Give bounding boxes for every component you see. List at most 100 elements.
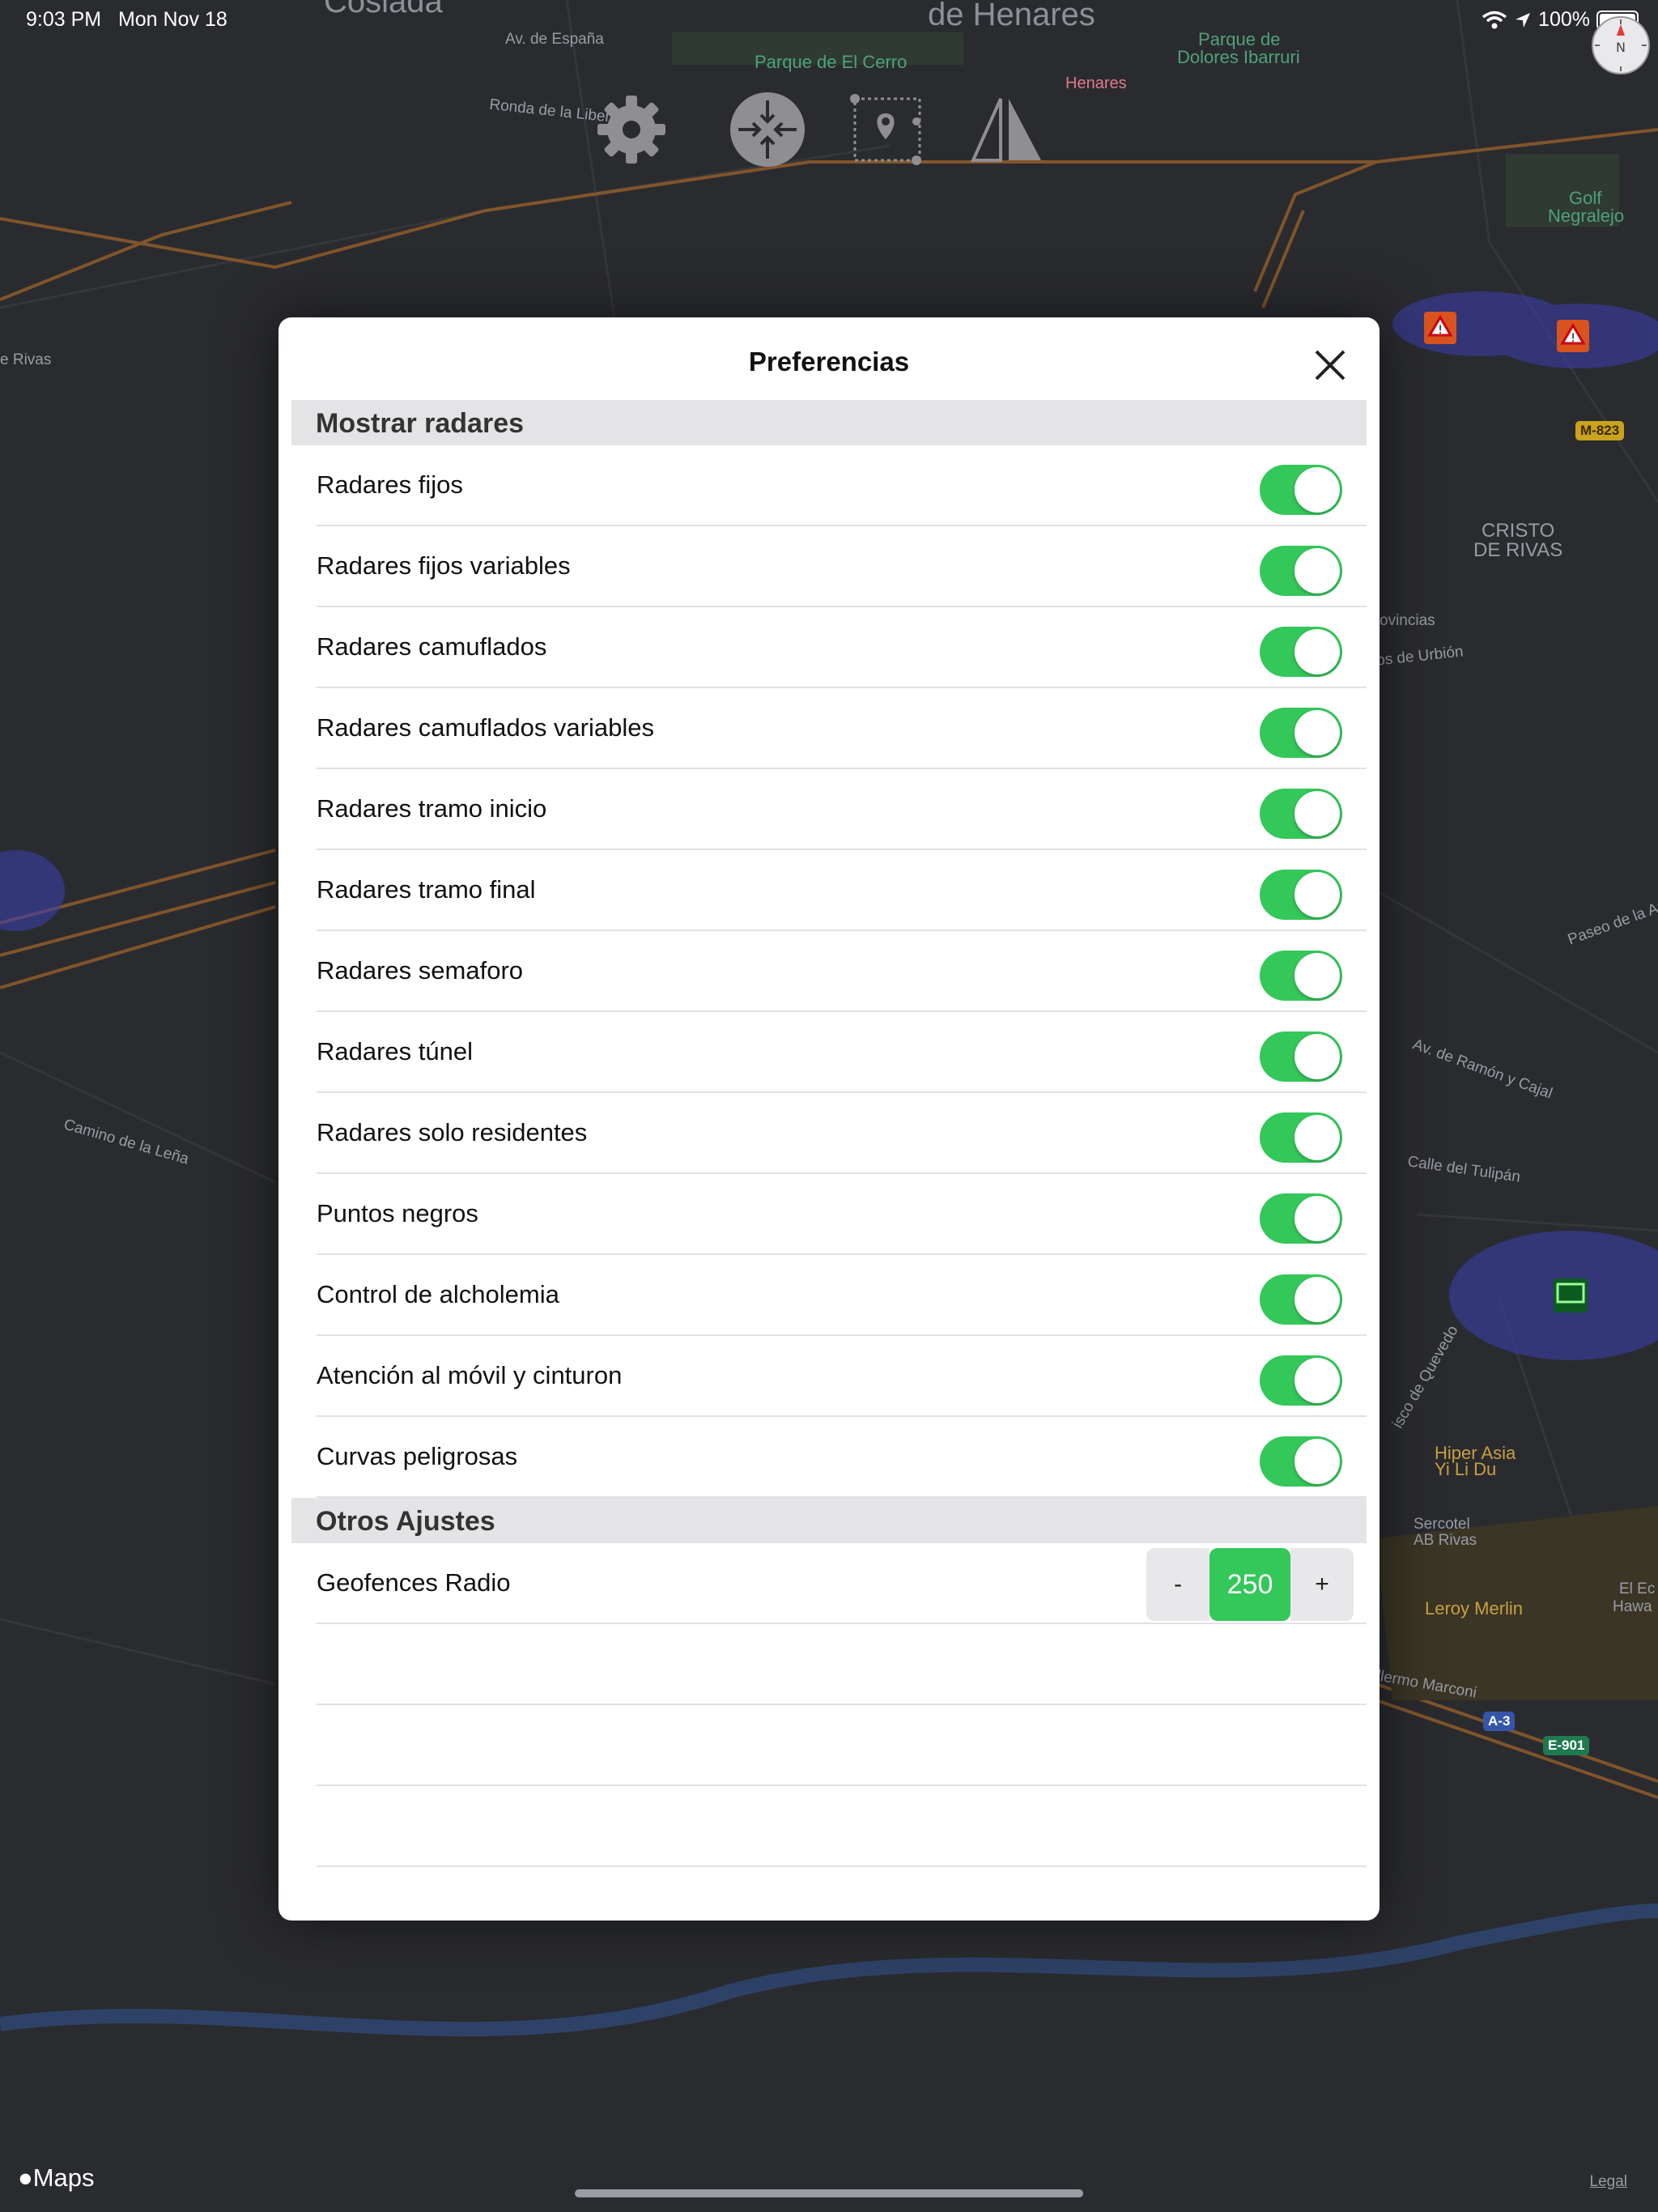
road-shield: E-901 xyxy=(1543,1736,1590,1755)
toggle-knob xyxy=(1295,791,1340,836)
toggle-row-label: Atención al móvil y cinturon xyxy=(317,1361,623,1389)
toggle-row: Radares camuflados variables xyxy=(317,688,1367,769)
toggle-row-label: Radares fijos xyxy=(317,470,463,499)
toggle-row-label: Radares tramo inicio xyxy=(317,794,547,823)
toggle-switch[interactable] xyxy=(1260,1032,1342,1082)
map-label: Coslada xyxy=(324,0,443,19)
status-time: 9:03 PM Mon Nov 18 xyxy=(26,8,227,31)
speed-camera-marker-icon[interactable] xyxy=(1553,1278,1588,1313)
battery-percent: 100% xyxy=(1538,8,1590,31)
geofence-radius-row: Geofences Radio - 250 + xyxy=(317,1543,1367,1624)
map-label: Av. de España xyxy=(505,31,604,48)
compass-icon[interactable]: N xyxy=(1590,15,1652,76)
home-indicator[interactable] xyxy=(575,2189,1083,2197)
toggle-row-label: Radares solo residentes xyxy=(317,1118,588,1146)
road-shield: A-3 xyxy=(1483,1712,1516,1731)
map-label: de Henares xyxy=(928,0,1095,32)
section-header-other: Otros Ajustes xyxy=(291,1498,1367,1543)
svg-text:!: ! xyxy=(1438,324,1443,337)
map-label: DE RIVAS xyxy=(1473,539,1563,561)
toggle-switch[interactable] xyxy=(1260,1112,1342,1163)
recenter-icon[interactable] xyxy=(727,89,808,170)
toggle-switch[interactable] xyxy=(1260,870,1342,920)
geofence-radius-label: Geofences Radio xyxy=(317,1568,511,1597)
toggle-knob xyxy=(1295,1439,1340,1484)
svg-text:N: N xyxy=(1616,40,1626,55)
toggle-row-label: Radares camuflados variables xyxy=(317,713,654,742)
radar-marker-icon[interactable]: ! xyxy=(1556,319,1590,353)
close-icon[interactable] xyxy=(1312,347,1349,384)
toggle-row: Atención al móvil y cinturon xyxy=(317,1336,1367,1417)
empty-row xyxy=(317,1705,1367,1786)
empty-row xyxy=(317,1624,1367,1705)
toggle-knob xyxy=(1295,629,1340,674)
toggle-knob xyxy=(1295,467,1340,513)
layers-icon[interactable] xyxy=(967,89,1048,170)
modal-title: Preferencias xyxy=(748,347,910,376)
toggle-switch[interactable] xyxy=(1260,465,1342,515)
road-shield: M-823 xyxy=(1575,421,1625,440)
map-label: ovincias xyxy=(1380,612,1435,629)
map-label: Hawa xyxy=(1613,1598,1652,1615)
toggle-row-label: Radares semaforo xyxy=(317,956,524,985)
toggle-row-label: Radares túnel xyxy=(317,1037,474,1066)
apple-maps-logo: ●Maps xyxy=(18,2163,95,2192)
preferences-modal: Preferencias Mostrar radares Radares fij… xyxy=(278,317,1380,1921)
toggle-row-label: Radares camuflados xyxy=(317,632,547,661)
toggle-row: Radares fijos variables xyxy=(317,526,1367,607)
toggle-switch[interactable] xyxy=(1260,789,1342,839)
map-label: Sercotel xyxy=(1414,1516,1470,1533)
map-label: Parque de El Cerro xyxy=(755,52,908,72)
toggle-switch[interactable] xyxy=(1260,627,1342,677)
toggle-row: Radares solo residentes xyxy=(317,1093,1367,1174)
section-header-radars: Mostrar radares xyxy=(291,400,1367,445)
apple-logo-icon: ● xyxy=(18,2163,33,2192)
toggle-row-label: Curvas peligrosas xyxy=(317,1442,518,1470)
toggle-knob xyxy=(1295,1358,1340,1403)
toggle-row-label: Radares tramo final xyxy=(317,875,536,904)
geofence-radius-stepper[interactable]: - 250 + xyxy=(1146,1548,1354,1621)
toggle-switch[interactable] xyxy=(1260,708,1342,758)
legal-link[interactable]: Legal xyxy=(1590,2173,1628,2191)
location-arrow-icon xyxy=(1516,12,1531,28)
wifi-icon xyxy=(1482,11,1507,28)
toggle-knob xyxy=(1295,1034,1340,1079)
map-label: El Ec xyxy=(1619,1580,1656,1597)
map-label: Leroy Merlin xyxy=(1425,1598,1524,1619)
toggle-row: Radares semaforo xyxy=(317,931,1367,1012)
toggle-row: Radares túnel xyxy=(317,1012,1367,1093)
toggle-row: Puntos negros xyxy=(317,1174,1367,1255)
increment-button[interactable]: + xyxy=(1290,1548,1354,1621)
toggle-row: Curvas peligrosas xyxy=(317,1417,1367,1498)
map-label: e Rivas xyxy=(0,351,52,368)
toggle-switch[interactable] xyxy=(1260,1274,1342,1325)
toggle-row: Radares fijos xyxy=(317,445,1367,526)
toggle-row: Radares camuflados xyxy=(317,607,1367,688)
toggle-row: Control de alcholemia xyxy=(317,1255,1367,1336)
toggle-switch[interactable] xyxy=(1260,951,1342,1001)
gear-icon[interactable] xyxy=(591,89,672,170)
map-label: Henares xyxy=(1065,74,1127,92)
toggle-row: Radares tramo final xyxy=(317,850,1367,931)
map-label: Yi Li Du xyxy=(1435,1459,1497,1479)
radar-marker-icon[interactable]: ! xyxy=(1423,311,1457,345)
route-area-icon[interactable] xyxy=(847,89,928,170)
map-label: Dolores Ibarruri xyxy=(1177,47,1300,67)
toggle-switch[interactable] xyxy=(1260,1193,1342,1244)
toggle-knob xyxy=(1295,872,1340,917)
toggle-row-label: Control de alcholemia xyxy=(317,1280,559,1308)
toggle-knob xyxy=(1295,953,1340,998)
map-label: AB Rivas xyxy=(1414,1532,1477,1549)
svg-text:!: ! xyxy=(1571,332,1575,345)
toggle-row: Radares tramo inicio xyxy=(317,769,1367,850)
status-date: Mon Nov 18 xyxy=(117,8,227,31)
toggle-switch[interactable] xyxy=(1260,1355,1342,1406)
toggle-row-label: Radares fijos variables xyxy=(317,551,571,580)
map-label: Negralejo xyxy=(1548,206,1625,226)
toggle-knob xyxy=(1295,548,1340,593)
toggle-switch[interactable] xyxy=(1260,1436,1342,1487)
toggle-knob xyxy=(1295,710,1340,755)
decrement-button[interactable]: - xyxy=(1146,1548,1209,1621)
geofence-radius-value: 250 xyxy=(1209,1548,1290,1621)
toggle-switch[interactable] xyxy=(1260,546,1342,596)
